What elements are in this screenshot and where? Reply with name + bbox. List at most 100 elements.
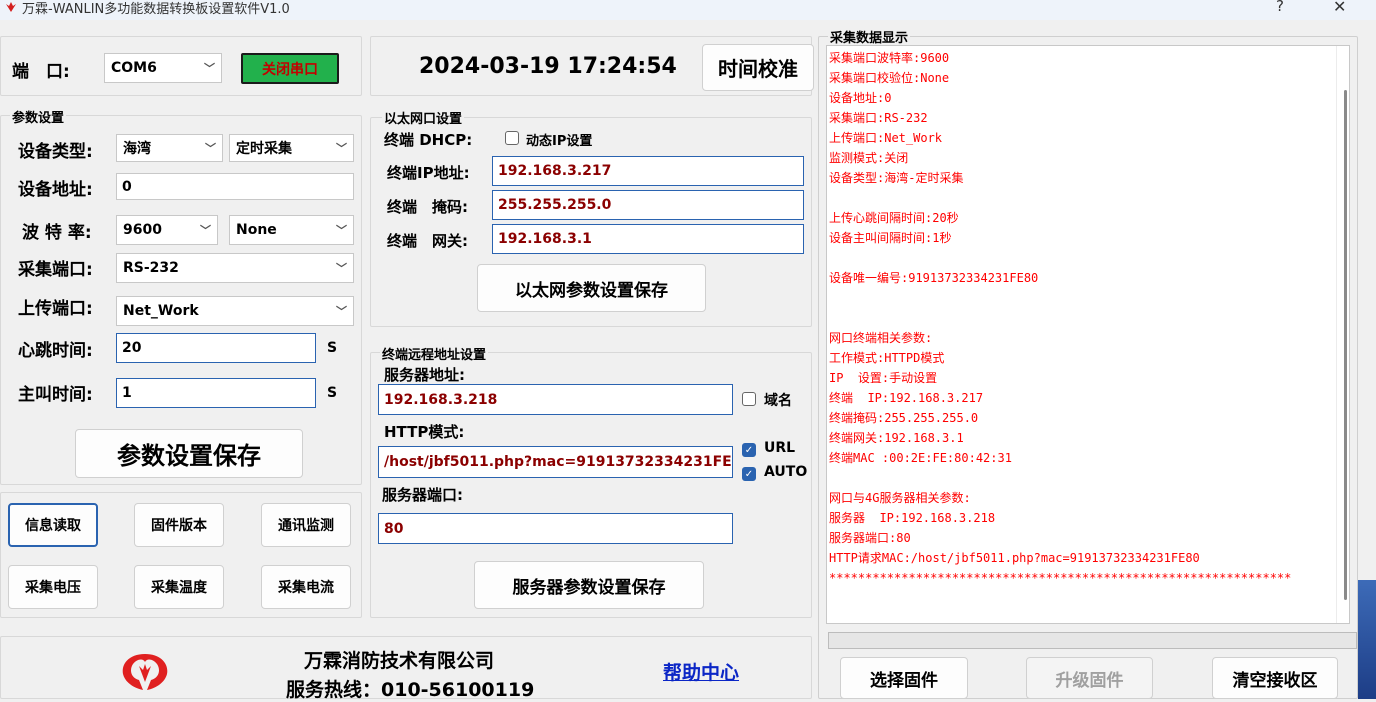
log-line: 设备主叫间隔时间:1秒 [829, 231, 952, 245]
desktop-edge [1358, 580, 1376, 699]
current-datetime: 2024-03-19 17:24:54 [419, 54, 677, 79]
help-center-link[interactable]: 帮助中心 [663, 658, 739, 685]
log-scrollbar[interactable] [1336, 46, 1349, 623]
ethernet-group-title: 以太网口设置 [382, 108, 465, 127]
heartbeat-unit: S [327, 340, 338, 356]
app-logo-icon [6, 2, 16, 12]
device-type-label: 设备类型: [18, 142, 93, 162]
info-read-button[interactable]: 信息读取 [8, 503, 98, 547]
collect-port-select[interactable]: RS-232 ﹀ [116, 253, 354, 283]
server-addr-input[interactable]: 192.168.3.218 [378, 384, 733, 415]
url-checkbox[interactable]: ✓ [742, 443, 756, 457]
baud-value: 9600 [123, 222, 162, 238]
log-textarea[interactable]: 采集端口波特率:9600 采集端口校验位:None 设备地址:0 采集端口:RS-23… [826, 45, 1350, 624]
call-input[interactable]: 1 [116, 378, 316, 408]
firmware-version-button[interactable]: 固件版本 [134, 503, 224, 547]
domain-checkbox-label: 域名 [764, 393, 792, 409]
remote-group-title: 终端远程地址设置 [380, 344, 489, 363]
port-select[interactable]: COM6 ﹀ [104, 53, 222, 83]
call-unit: S [327, 385, 338, 401]
mask-input[interactable]: 255.255.255.0 [492, 190, 804, 220]
device-addr-label: 设备地址: [18, 180, 93, 200]
url-checkbox-label: URL [764, 440, 796, 456]
company-logo [122, 654, 168, 690]
device-type-select[interactable]: 海湾 ﹀ [116, 134, 223, 162]
ip-input[interactable]: 192.168.3.217 [492, 156, 804, 186]
service-hotline: 服务热线：010-56100119 [286, 679, 535, 701]
company-name: 万霖消防技术有限公司 [304, 650, 495, 672]
mask-label: 终端 掩码: [387, 198, 468, 216]
log-line: 终端 IP:192.168.3.217 [829, 391, 984, 405]
log-line: 服务器端口:80 [829, 531, 911, 545]
log-line: 监测模式:关闭 [829, 151, 909, 165]
clear-receive-button[interactable]: 清空接收区 [1212, 657, 1338, 699]
select-firmware-button[interactable]: 选择固件 [840, 657, 968, 699]
log-line: 上传心跳间隔时间:20秒 [829, 211, 959, 225]
help-icon[interactable]: ? [1276, 0, 1284, 15]
close-port-button[interactable]: 关闭串口 [241, 53, 339, 84]
log-line: 采集端口:RS-232 [829, 111, 928, 125]
auto-checkbox[interactable]: ✓ [742, 467, 756, 481]
collect-mode-select[interactable]: 定时采集 ﹀ [229, 134, 354, 162]
ethernet-save-button[interactable]: 以太网参数设置保存 [477, 264, 706, 312]
parity-value: None [236, 222, 277, 238]
collect-current-button[interactable]: 采集电流 [261, 565, 351, 609]
upload-port-label: 上传端口: [18, 299, 93, 319]
log-line: 服务器 IP:192.168.3.218 [829, 511, 996, 525]
log-line: 设备类型:海湾-定时采集 [829, 171, 964, 185]
log-line: 网口终端相关参数: [829, 331, 933, 345]
chevron-down-icon: ﹀ [336, 224, 347, 237]
log-line: 终端MAC :00:2E:FE:80:42:31 [829, 451, 1012, 465]
comm-monitor-button[interactable]: 通讯监测 [261, 503, 351, 547]
parity-select[interactable]: None ﹀ [229, 215, 354, 245]
log-scrollbar-thumb[interactable] [1344, 90, 1347, 600]
auto-checkbox-label: AUTO [764, 464, 808, 480]
log-line: ****************************************… [829, 571, 1292, 585]
gateway-input[interactable]: 192.168.3.1 [492, 224, 804, 254]
chevron-down-icon: ﹀ [205, 142, 216, 155]
log-group-title: 采集数据显示 [828, 27, 911, 46]
server-addr-label: 服务器地址: [384, 366, 465, 384]
log-line: 采集端口校验位:None [829, 71, 950, 85]
params-save-button[interactable]: 参数设置保存 [75, 429, 303, 478]
baud-select[interactable]: 9600 ﹀ [116, 215, 218, 245]
server-port-input[interactable]: 80 [378, 513, 733, 544]
gateway-label: 终端 网关: [387, 232, 468, 250]
window-title: 万霖-WANLIN多功能数据转换板设置软件V1.0 [22, 2, 290, 17]
time-sync-button[interactable]: 时间校准 [702, 44, 814, 91]
log-line: 终端网关:192.168.3.1 [829, 431, 964, 445]
close-icon[interactable]: ✕ [1333, 0, 1346, 16]
server-port-label: 服务器端口: [382, 486, 463, 504]
device-type-value: 海湾 [123, 141, 151, 157]
device-addr-input[interactable]: 0 [116, 173, 354, 200]
dhcp-label: 终端 DHCP: [384, 131, 473, 149]
title-bar: 万霖-WANLIN多功能数据转换板设置软件V1.0 ? ✕ [0, 0, 1376, 20]
chevron-down-icon: ﹀ [336, 305, 347, 318]
upload-port-select[interactable]: Net_Work ﹀ [116, 296, 354, 326]
call-label: 主叫时间: [18, 385, 93, 405]
upload-port-value: Net_Work [123, 303, 199, 319]
dhcp-checkbox[interactable] [505, 131, 519, 145]
chevron-down-icon: ﹀ [200, 224, 211, 237]
server-save-button[interactable]: 服务器参数设置保存 [474, 561, 704, 609]
log-line: IP 设置:手动设置 [829, 371, 938, 385]
domain-checkbox[interactable] [742, 392, 756, 406]
http-mode-input[interactable]: /host/jbf5011.php?mac=91913732334231FE80 [378, 446, 733, 478]
port-select-value: COM6 [111, 60, 157, 76]
log-line: HTTP请求MAC:/host/jbf5011.php?mac=91913732… [829, 551, 1200, 565]
chevron-down-icon: ﹀ [336, 142, 347, 155]
upgrade-firmware-button[interactable]: 升级固件 [1026, 657, 1153, 699]
collect-voltage-button[interactable]: 采集电压 [8, 565, 98, 609]
chevron-down-icon: ﹀ [204, 62, 215, 75]
params-group-title: 参数设置 [10, 107, 67, 126]
upgrade-progress-bar [828, 632, 1357, 649]
heartbeat-input[interactable]: 20 [116, 333, 316, 363]
http-mode-label: HTTP模式: [384, 423, 465, 441]
log-line: 采集端口波特率:9600 [829, 51, 950, 65]
collect-temp-button[interactable]: 采集温度 [134, 565, 224, 609]
baud-label: 波 特 率: [22, 223, 92, 243]
